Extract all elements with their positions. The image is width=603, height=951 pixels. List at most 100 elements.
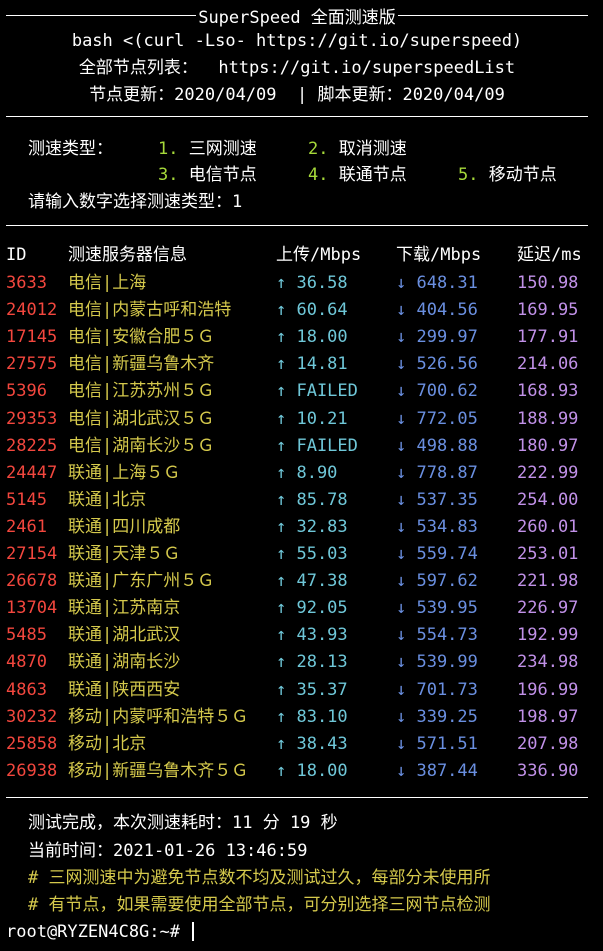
- row-upload: ↑ 85.78: [276, 489, 348, 510]
- row-server-name: 联通|四川成都: [68, 516, 181, 537]
- row-download: ↓ 537.35: [396, 489, 478, 510]
- row-server-name: 电信|安徽合肥５Ｇ: [68, 327, 215, 348]
- row-id: 26938: [6, 760, 58, 781]
- table-row: 28225 电信|湖南长沙５Ｇ ↑ FAILED ↓ 498.88 180.97: [0, 433, 603, 460]
- row-server-name: 联通|上海５Ｇ: [68, 462, 181, 483]
- header-title: SuperSpeed 全面测速版: [198, 7, 396, 28]
- row-id: 24447: [6, 462, 58, 483]
- row-latency: 234.98: [517, 652, 579, 673]
- row-download: ↓ 526.56: [396, 354, 478, 375]
- row-id: 5485: [6, 625, 47, 646]
- row-server-name: 移动|新疆乌鲁木齐５Ｇ: [68, 760, 249, 781]
- row-server-name: 电信|上海: [68, 273, 147, 293]
- terminal-window: SuperSpeed 全面测速版 bash <(curl -Lso- https…: [0, 0, 603, 951]
- row-server-name: 电信|江苏苏州５Ｇ: [68, 381, 215, 402]
- row-latency: 226.97: [517, 598, 579, 619]
- row-server-name: 联通|北京: [68, 489, 147, 510]
- row-upload: ↑ 60.64: [276, 300, 348, 321]
- header-download: 下载/Mbps: [396, 245, 482, 265]
- row-latency: 150.98: [517, 273, 579, 293]
- menu-option-1: 1. 三网测速: [158, 139, 257, 159]
- header-title-rule: SuperSpeed 全面测速版: [6, 4, 588, 28]
- header-command: bash <(curl -Lso- https://git.io/supersp…: [71, 31, 523, 51]
- summary-done-line: 测试完成，本次测速耗时：11 分 19 秒: [28, 813, 338, 833]
- row-latency: 180.97: [517, 435, 579, 456]
- row-upload: ↑ 8.90: [276, 462, 338, 483]
- row-id: 27575: [6, 354, 58, 375]
- row-id: 27154: [6, 544, 58, 564]
- row-upload: ↑ 14.81: [276, 354, 348, 375]
- row-download: ↓ 597.62: [396, 571, 478, 592]
- table-row: 13704 联通|江苏南京 ↑ 92.05 ↓ 539.95 226.97: [0, 595, 603, 622]
- row-latency: 222.99: [517, 462, 579, 483]
- row-id: 26678: [6, 571, 58, 592]
- row-latency: 254.00: [517, 489, 579, 510]
- row-latency: 260.01: [517, 516, 579, 537]
- row-download: ↓ 571.51: [396, 733, 478, 754]
- header-latency: 延迟/ms: [517, 245, 582, 265]
- table-row: 25858 移动|北京 ↑ 38.43 ↓ 571.51 207.98: [0, 731, 603, 758]
- row-download: ↓ 700.62: [396, 381, 478, 402]
- row-id: 24012: [6, 300, 58, 321]
- table-row: 2461 联通|四川成都 ↑ 32.83 ↓ 534.83 260.01: [0, 514, 603, 541]
- divider: [6, 116, 588, 117]
- table-row: 24447 联通|上海５Ｇ ↑ 8.90 ↓ 778.87 222.99: [0, 460, 603, 487]
- row-server-name: 联通|湖南长沙: [68, 652, 181, 673]
- summary-note-line-1: # 三网测速中为避免节点数不均及测试过久，每部分未使用所: [28, 868, 491, 888]
- row-upload: ↑ 18.00: [276, 760, 348, 781]
- row-server-name: 联通|江苏南京: [68, 598, 181, 619]
- table-row: 4870 联通|湖南长沙 ↑ 28.13 ↓ 539.99 234.98: [0, 649, 603, 676]
- table-header: ID 测速服务器信息 上传/Mbps 下载/Mbps 延迟/ms: [0, 242, 603, 269]
- divider: [6, 225, 588, 226]
- row-latency: 168.93: [517, 381, 579, 402]
- row-id: 5145: [6, 489, 47, 510]
- row-id: 25858: [6, 733, 58, 754]
- row-download: ↓ 772.05: [396, 408, 478, 429]
- row-latency: 177.91: [517, 327, 579, 348]
- node-list-label: 全部节点列表：: [78, 58, 198, 78]
- header-node-list: 全部节点列表： https://git.io/superspeedList: [0, 57, 594, 79]
- row-id: 29353: [6, 408, 58, 429]
- table-row: 5485 联通|湖北武汉 ↑ 43.93 ↓ 554.73 192.99: [0, 622, 603, 649]
- table-row: 30232 移动|内蒙呼和浩特５Ｇ ↑ 83.10 ↓ 339.25 198.97: [0, 704, 603, 731]
- row-upload: ↑ 92.05: [276, 598, 348, 619]
- row-upload: ↑ FAILED: [276, 435, 358, 456]
- rule-right: [397, 14, 588, 16]
- text-cursor: [192, 922, 195, 941]
- table-row: 24012 电信|内蒙古呼和浩特 ↑ 60.64 ↓ 404.56 169.95: [0, 297, 603, 324]
- row-latency: 169.95: [517, 300, 579, 321]
- row-server-name: 联通|陕西西安: [68, 679, 181, 700]
- row-server-name: 电信|新疆乌鲁木齐: [68, 354, 215, 375]
- row-latency: 207.98: [517, 733, 579, 754]
- row-latency: 253.01: [517, 544, 579, 564]
- row-upload: ↑ 47.38: [276, 571, 348, 592]
- row-upload: ↑ 36.58: [276, 273, 348, 293]
- row-upload: ↑ 32.83: [276, 516, 348, 537]
- row-download: ↓ 498.88: [396, 435, 478, 456]
- table-row: 27575 电信|新疆乌鲁木齐 ↑ 14.81 ↓ 526.56 214.06: [0, 351, 603, 378]
- shell-prompt[interactable]: root@RYZEN4C8G:~#: [6, 921, 195, 943]
- row-upload: ↑ 10.21: [276, 408, 348, 429]
- table-row: 17145 电信|安徽合肥５Ｇ ↑ 18.00 ↓ 299.97 177.91: [0, 324, 603, 351]
- row-id: 4863: [6, 679, 47, 700]
- row-upload: ↑ 83.10: [276, 706, 348, 727]
- row-latency: 192.99: [517, 625, 579, 646]
- row-latency: 198.97: [517, 706, 579, 727]
- header-id: ID: [6, 245, 27, 265]
- row-download: ↓ 339.25: [396, 706, 478, 727]
- row-latency: 221.98: [517, 571, 579, 592]
- row-server-name: 电信|湖北武汉５Ｇ: [68, 408, 215, 429]
- row-download: ↓ 404.56: [396, 300, 478, 321]
- row-server-name: 电信|湖南长沙５Ｇ: [68, 435, 215, 456]
- divider: [6, 797, 588, 798]
- menu-prompt: 请输入数字选择测速类型：1: [28, 192, 243, 212]
- row-upload: ↑ FAILED: [276, 381, 358, 402]
- table-row: 26678 联通|广东广州５Ｇ ↑ 47.38 ↓ 597.62 221.98: [0, 568, 603, 595]
- menu-option-5: 5. 移动节点: [458, 165, 557, 185]
- menu-input-value: 1: [232, 192, 243, 212]
- table-row: 4863 联通|陕西西安 ↑ 35.37 ↓ 701.73 196.99: [0, 677, 603, 704]
- row-download: ↓ 299.97: [396, 327, 478, 348]
- row-latency: 196.99: [517, 679, 579, 700]
- row-upload: ↑ 28.13: [276, 652, 348, 673]
- row-latency: 214.06: [517, 354, 579, 375]
